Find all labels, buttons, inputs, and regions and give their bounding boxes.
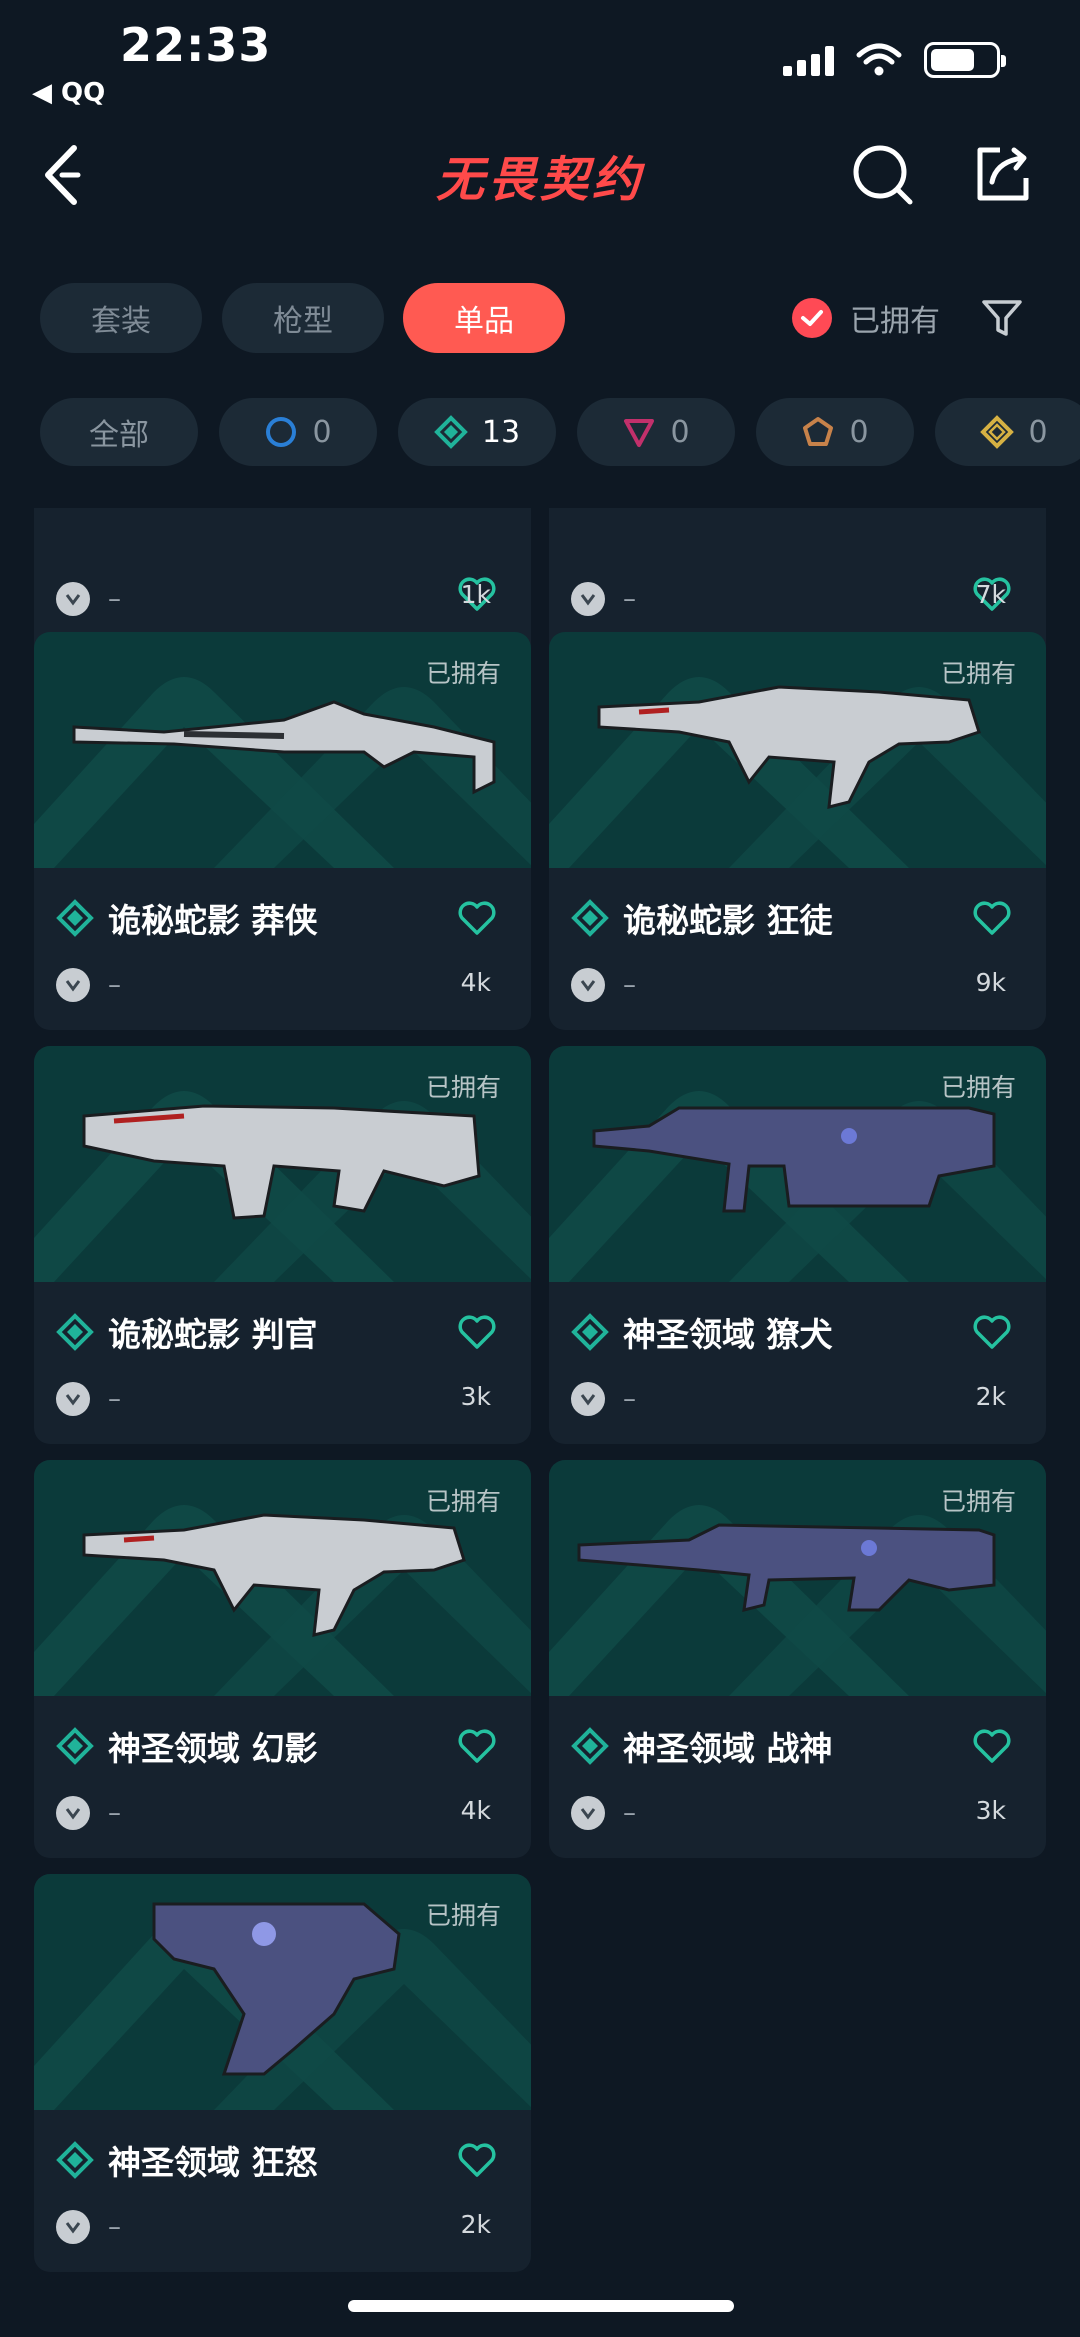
weapon-image: 已拥有 — [34, 1874, 531, 2110]
skin-card[interactable]: 已拥有 神圣领域 战神 – 3k — [549, 1460, 1046, 1858]
select-tier-icon — [266, 417, 297, 447]
battery-icon — [924, 42, 1006, 78]
agent-badge-icon — [56, 1382, 90, 1416]
skin-card[interactable]: 已拥有 诡秘蛇影 狂徒 – 9k — [549, 632, 1046, 1030]
deluxe-tier-icon — [56, 899, 94, 937]
tab-set[interactable]: 套装 — [40, 283, 202, 353]
owned-tag: 已拥有 — [940, 1073, 1016, 1102]
heart-icon[interactable] — [972, 1728, 1012, 1764]
heart-icon[interactable] — [457, 1314, 497, 1350]
deluxe-tier-icon — [434, 415, 468, 449]
like-count: 3k — [460, 1382, 491, 1411]
weapon-image: 已拥有 — [34, 1046, 531, 1282]
like-count: 9k — [975, 968, 1006, 997]
agent-badge-icon — [56, 1796, 90, 1830]
agent-badge-icon — [56, 582, 90, 616]
premium-tier-icon — [624, 419, 655, 447]
heart-icon[interactable] — [457, 1728, 497, 1764]
app-title-logo: 无畏契约 — [435, 152, 644, 208]
skin-card[interactable]: 已拥有 神圣领域 幻影 – 4k — [34, 1460, 531, 1858]
deluxe-tier-icon — [56, 2141, 94, 2179]
skin-card[interactable]: 已拥有 神圣领域 獠犬 – 2k — [549, 1046, 1046, 1444]
skin-name: 神圣领域 幻影 — [108, 1729, 318, 1768]
rarity-chip-deluxe[interactable]: 13 — [398, 398, 556, 466]
owned-tag: 已拥有 — [425, 1901, 501, 1930]
skin-card[interactable]: 已拥有 神圣领域 狂怒 – 2k — [34, 1874, 531, 2272]
rarity-chip-all[interactable]: 全部 — [40, 398, 198, 466]
owned-tag: 已拥有 — [425, 1073, 501, 1102]
card-subtitle: – — [623, 970, 636, 1000]
cellular-signal-icon — [783, 44, 834, 76]
weapon-image: 已拥有 — [34, 1460, 531, 1696]
agent-badge-icon — [571, 1382, 605, 1416]
owned-tag: 已拥有 — [425, 1487, 501, 1516]
deluxe-tier-icon — [571, 1313, 609, 1351]
search-button[interactable] — [850, 142, 916, 208]
rarity-chip-ultra[interactable]: 0 — [935, 398, 1080, 466]
skin-card[interactable]: 已拥有 诡秘蛇影 判官 – 3k — [34, 1046, 531, 1444]
skin-list[interactable]: – 1k – 7k 已拥有 诡秘蛇影 莽侠 – 4k 已拥有 诡秘蛇影 狂徒 –… — [0, 508, 1080, 2298]
like-count: 2k — [460, 2210, 491, 2239]
deluxe-tier-icon — [56, 1727, 94, 1765]
owned-tag: 已拥有 — [940, 659, 1016, 688]
heart-icon[interactable] — [972, 900, 1012, 936]
like-count: 7k — [975, 580, 1006, 609]
skin-name: 神圣领域 獠犬 — [623, 1315, 833, 1354]
card-subtitle: – — [623, 584, 636, 614]
weapon-image: 已拥有 — [34, 632, 531, 868]
deluxe-tier-icon — [56, 1313, 94, 1351]
card-subtitle: – — [108, 584, 121, 614]
home-indicator — [348, 2300, 734, 2312]
wifi-icon — [856, 43, 902, 76]
card-subtitle: – — [108, 1798, 121, 1828]
skin-name: 诡秘蛇影 莽侠 — [108, 901, 318, 940]
deluxe-tier-icon — [571, 1727, 609, 1765]
owned-tag: 已拥有 — [940, 1487, 1016, 1516]
skin-name: 神圣领域 战神 — [623, 1729, 833, 1768]
card-subtitle: – — [623, 1384, 636, 1414]
like-count: 2k — [975, 1382, 1006, 1411]
filter-funnel-icon[interactable] — [980, 296, 1024, 340]
skin-name: 诡秘蛇影 狂徒 — [623, 901, 833, 940]
card-subtitle: – — [108, 970, 121, 1000]
card-subtitle: – — [108, 2212, 121, 2242]
like-count: 4k — [460, 1796, 491, 1825]
share-button[interactable] — [970, 142, 1036, 208]
agent-badge-icon — [56, 2210, 90, 2244]
status-icons — [783, 42, 1006, 78]
owned-filter-label: 已拥有 — [850, 304, 940, 339]
skin-name: 神圣领域 狂怒 — [108, 2143, 318, 2182]
agent-badge-icon — [571, 582, 605, 616]
weapon-image: 已拥有 — [549, 632, 1046, 868]
check-icon — [792, 298, 832, 338]
like-count: 1k — [460, 580, 491, 609]
weapon-image: 已拥有 — [549, 1460, 1046, 1696]
like-count: 3k — [975, 1796, 1006, 1825]
deluxe-tier-icon — [571, 899, 609, 937]
tab-weapon-type[interactable]: 枪型 — [222, 283, 384, 353]
skin-name: 诡秘蛇影 判官 — [108, 1315, 318, 1354]
agent-badge-icon — [571, 968, 605, 1002]
status-time: 22:33 — [120, 18, 272, 72]
like-count: 4k — [460, 968, 491, 997]
owned-tag: 已拥有 — [425, 659, 501, 688]
card-subtitle: – — [108, 1384, 121, 1414]
owned-filter-toggle[interactable]: 已拥有 — [792, 296, 940, 340]
back-to-app-link[interactable]: ◀ QQ — [32, 78, 105, 108]
tab-single-item[interactable]: 单品 — [403, 283, 565, 353]
heart-icon[interactable] — [457, 900, 497, 936]
card-subtitle: – — [623, 1798, 636, 1828]
skin-card[interactable]: 已拥有 诡秘蛇影 莽侠 – 4k — [34, 632, 531, 1030]
heart-icon[interactable] — [972, 1314, 1012, 1350]
agent-badge-icon — [56, 968, 90, 1002]
exclusive-tier-icon — [803, 417, 834, 446]
rarity-chip-select[interactable]: 0 — [219, 398, 377, 466]
ultra-tier-icon — [980, 415, 1015, 449]
rarity-chip-exclusive[interactable]: 0 — [756, 398, 914, 466]
rarity-chip-premium[interactable]: 0 — [577, 398, 735, 466]
heart-icon[interactable] — [457, 2142, 497, 2178]
weapon-image: 已拥有 — [549, 1046, 1046, 1282]
agent-badge-icon — [571, 1796, 605, 1830]
